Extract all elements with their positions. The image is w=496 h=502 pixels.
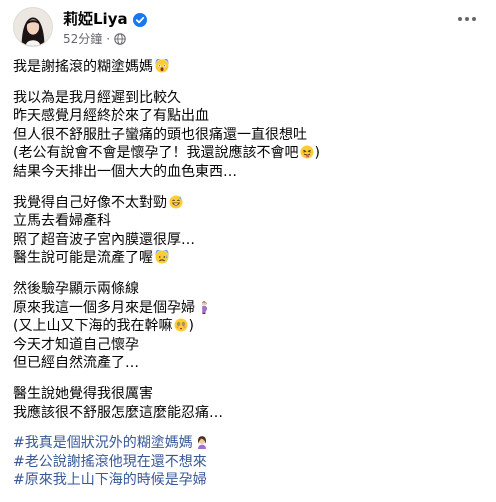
post-paragraph: 然後驗孕顯示兩條線 原來我這一個多月來是個孕婦 (又上山又下海的我在幹嘛) 今天才知道… <box>13 280 483 373</box>
anxious-face-icon <box>155 250 169 264</box>
post-line-text: 結果今天排出一個大大的血色東西… <box>13 163 237 180</box>
post-line: 醫生說她覺得我很厲害 <box>13 385 483 404</box>
post-line: 昨天感覺月經終於來了有點出血 <box>13 107 483 126</box>
author-row: 莉婭Liya <box>63 8 147 29</box>
post-paragraph: 我以為是我月經遲到比較久昨天感覺月經終於來了有點出血 但人很不舒服肚子蠻痛的頭也很… <box>13 89 483 182</box>
post-line: (又上山又下海的我在幹嘛) <box>13 317 483 336</box>
post-meta: 52分鐘 · <box>63 30 126 47</box>
post-header: 莉婭Liya 52分鐘 · <box>13 7 483 47</box>
flushed-face-icon <box>174 318 188 332</box>
globe-icon[interactable] <box>114 32 126 45</box>
tongue-face-icon <box>300 145 314 159</box>
post-line: (老公有說會不會是懷孕了！我還說應該不會吧) <box>13 144 483 163</box>
post-line: 立馬去看婦產科 <box>13 212 483 231</box>
post-line-suffix: ) <box>314 145 320 162</box>
hashtag-link[interactable]: #我真是個狀況外的糊塗媽媽 <box>13 435 193 451</box>
post-line-text: 昨天感覺月經終於來了有點出血 <box>13 108 209 125</box>
post-line: 照了超音波子宮內膜還很厚… <box>13 231 483 250</box>
post-line-text: 但人很不舒服肚子蠻痛的頭也很痛還一直很想吐 <box>13 126 307 143</box>
post-line-text: (老公有說會不會是懷孕了！我還說應該不會吧 <box>13 145 299 162</box>
post-line: 我以為是我月經遲到比較久 <box>13 89 483 108</box>
post-time[interactable]: 52分鐘 <box>63 30 102 47</box>
post-paragraph: 我覺得自己好像不太對勁 立馬去看婦產科 照了超音波子宮內膜還很厚… 醫生說可能是流產了… <box>13 194 483 268</box>
hashtag-list: #我真是個狀況外的糊塗媽媽 #老公說謝搖滾他現在還不想來 #原來我上山下海的時候是孕… <box>13 434 483 490</box>
facepalm-woman-icon <box>195 435 209 450</box>
post-line-text: 照了超音波子宮內膜還很厚… <box>13 231 195 248</box>
post-body: 我是謝搖滾的糊塗媽媽我以為是我月經遲到比較久昨天感覺月經終於來了有點出血 但人很不… <box>13 58 483 502</box>
post-line-suffix: ) <box>188 318 194 335</box>
post-line: 我是謝搖滾的糊塗媽媽 <box>13 58 483 77</box>
hashtag-line: #我真是個狀況外的糊塗媽媽 <box>13 434 483 453</box>
post-line-text: 今天才知道自己懷孕 <box>13 336 139 353</box>
verified-badge-icon <box>132 12 147 27</box>
post-line: 但已經自然流產了… <box>13 354 483 373</box>
post-line-text: 醫生說可能是流產了喔 <box>13 250 153 267</box>
post-line-text: 但已經自然流產了… <box>13 355 139 372</box>
post-line: 原來我這一個多月來是個孕婦 <box>13 299 483 318</box>
post-line: 然後驗孕顯示兩條線 <box>13 280 483 299</box>
hashtag-line: #老公說謝搖滾他現在還不想來 <box>13 453 483 472</box>
fearful-face-icon <box>155 59 169 73</box>
post-line: 醫生說可能是流產了喔 <box>13 249 483 268</box>
post-line-text: 原來我這一個多月來是個孕婦 <box>13 299 195 316</box>
meta-separator: · <box>106 31 111 46</box>
author-name[interactable]: 莉婭Liya <box>63 8 128 29</box>
dot-icon <box>465 17 469 21</box>
post-line-text: 醫生說她覺得我很厲害 <box>13 385 153 402</box>
post-line: 我應該很不舒服怎麼這麼能忍痛… <box>13 404 483 423</box>
post-paragraph: 醫生說她覺得我很厲害我應該很不舒服怎麼這麼能忍痛… <box>13 385 483 422</box>
post-line: 今天才知道自己懷孕 <box>13 336 483 355</box>
pregnant-woman-icon <box>197 300 211 314</box>
post-line-text: 我應該很不舒服怎麼這麼能忍痛… <box>13 404 223 421</box>
hashtag-line: #原來我上山下海的時候是孕婦 <box>13 471 483 490</box>
hashtag-link[interactable]: #原來我上山下海的時候是孕婦 <box>13 472 207 488</box>
post-line: 結果今天排出一個大大的血色東西… <box>13 163 483 182</box>
post-line-text: 我是謝搖滾的糊塗媽媽 <box>13 59 153 75</box>
post-line-text: 然後驗孕顯示兩條線 <box>13 280 139 297</box>
grin-sweat-icon <box>169 195 183 209</box>
post-line-text: 我以為是我月經遲到比較久 <box>13 89 181 106</box>
avatar[interactable] <box>13 7 53 47</box>
post-line-text: (又上山又下海的我在幹嘛 <box>13 318 173 335</box>
post-paragraph: 我是謝搖滾的糊塗媽媽 <box>13 58 483 77</box>
dot-icon <box>472 17 476 21</box>
post-line-text: 我覺得自己好像不太對勁 <box>13 194 167 211</box>
post-line: 我覺得自己好像不太對勁 <box>13 194 483 213</box>
dot-icon <box>458 17 462 21</box>
post-line-text: 立馬去看婦產科 <box>13 213 111 230</box>
hashtag-link[interactable]: #老公說謝搖滾他現在還不想來 <box>13 454 207 470</box>
post-line: 但人很不舒服肚子蠻痛的頭也很痛還一直很想吐 <box>13 126 483 145</box>
more-options-button[interactable] <box>453 9 481 29</box>
